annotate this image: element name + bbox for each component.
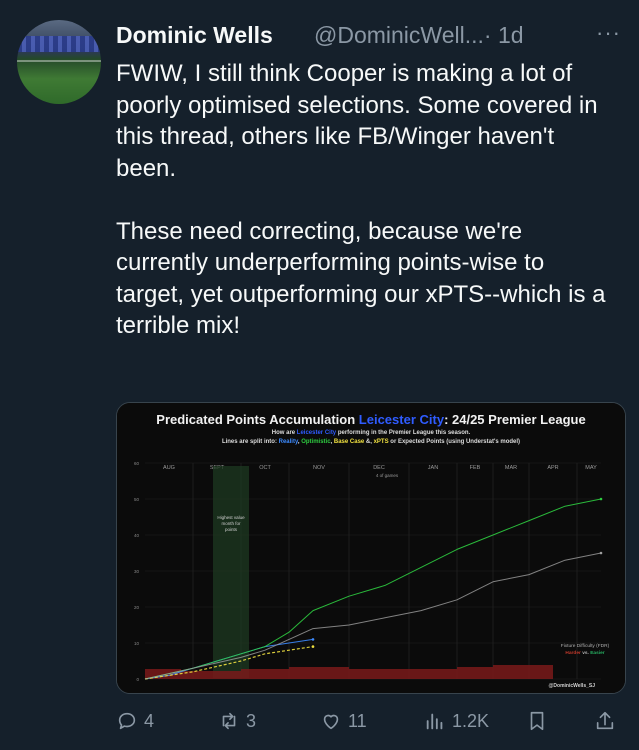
jan-note: 4 of games [376,473,399,478]
fdr-bar [409,669,457,679]
tweet-header: Dominic Wells @DominicWell...· 1d ··· [116,18,626,52]
series-end-point [599,497,603,501]
author-handle-and-time[interactable]: @DominicWell...· 1d [314,22,524,49]
series-end-point [599,551,603,555]
reply-button[interactable]: 4 [116,704,154,738]
like-count: 11 [348,710,367,731]
highlight-month-band [213,466,249,678]
avatar[interactable] [17,20,101,104]
more-options-button[interactable]: ··· [596,20,621,46]
chart-title: Predicated Points Accumulation Leicester… [156,412,585,427]
y-tick-label: 10 [134,641,140,646]
fdr-bar [241,669,289,679]
chart-subtitle-1: How are Leicester City performing in the… [272,430,471,436]
series-end-point [311,638,315,641]
y-tick-label: 40 [134,533,140,538]
avatar-pitch-line [17,60,101,62]
reply-count: 4 [144,710,155,731]
y-tick-label: 60 [134,461,140,466]
fdr-bar [289,667,349,679]
month-label: AUG [163,465,175,471]
view-count: 1.2K [452,710,490,731]
month-label: JAN [428,465,438,471]
month-label: NOV [313,465,325,471]
tweet-paragraph-1: FWIW, I still think Cooper is making a l… [116,60,598,182]
chart-credit: @DominicWells_SJ [549,683,596,689]
tweet-actions: 4 3 11 1.2K [116,704,626,738]
views-icon [426,713,443,730]
fdr-label: Fixture Difficulty (FDR) [561,643,610,649]
bookmark-icon [530,711,544,731]
chart-subtitle-2: Lines are split into: Reality, Optimisti… [222,439,520,445]
avatar-stand [17,36,101,52]
month-label: FEB [470,465,481,471]
month-label: MAY [585,465,597,471]
fdr-legend: Harder vs. Easier [565,650,604,656]
repost-button[interactable]: 3 [218,704,256,738]
author-name[interactable]: Dominic Wells [116,22,273,49]
month-label: MAR [505,465,517,471]
views-button[interactable]: 1.2K [424,704,489,738]
bookmark-button[interactable] [526,704,554,738]
month-label: OCT [259,465,271,471]
repost-count: 3 [246,710,257,731]
fdr-bar [349,669,409,679]
month-label: DEC [373,465,385,471]
repost-icon [222,712,236,730]
like-button[interactable]: 11 [320,704,367,738]
series-end-point [311,645,315,648]
author-handle[interactable]: @DominicWell... [314,22,484,48]
y-tick-label: 50 [134,497,140,502]
fdr-bar [493,665,553,679]
share-icon [596,711,614,730]
month-label: APR [547,465,558,471]
tweet-paragraph-2: These need correcting, because we're cur… [116,217,606,340]
share-button[interactable] [594,704,622,738]
tweet-text: FWIW, I still think Cooper is making a l… [116,58,616,342]
chart-image[interactable]: Predicated Points Accumulation Leicester… [116,402,626,694]
y-tick-label: 30 [134,569,140,574]
tweet-time[interactable]: · 1d [484,22,524,48]
points-chart: Predicated Points Accumulation Leicester… [117,403,625,693]
heart-icon [323,714,339,730]
fdr-bar [457,667,493,679]
reply-icon [118,712,136,730]
y-tick-label: 20 [134,605,140,610]
